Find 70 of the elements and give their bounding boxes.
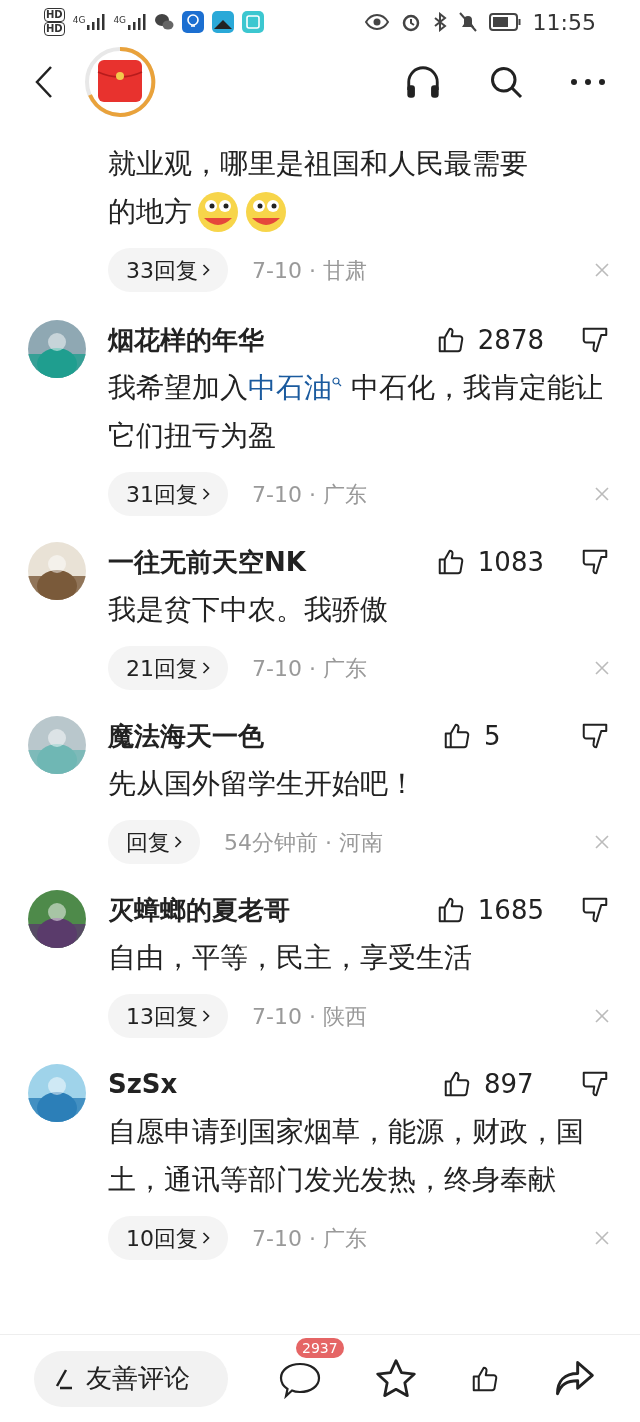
replies-button[interactable]: 13回复 [108, 994, 228, 1038]
thumbs-down-icon[interactable] [580, 895, 610, 925]
search-icon [332, 376, 342, 387]
user-name[interactable]: 一往无前天空NK [108, 542, 306, 582]
comment-meta: 7-10 · 广东 [252, 480, 367, 509]
search-icon[interactable] [488, 64, 524, 100]
chevron-right-icon [202, 1010, 210, 1022]
signal-icon [128, 14, 147, 30]
bell-off-icon [458, 12, 477, 32]
comment-text: 我是贫下中农。我骄傲 [108, 592, 389, 628]
lightbulb-icon [182, 11, 205, 33]
more-icon[interactable] [570, 78, 606, 86]
thumbs-up-icon[interactable] [442, 721, 472, 751]
chat-icon [154, 13, 175, 31]
replies-button[interactable]: 回复 [108, 820, 200, 864]
like-count: 897 [484, 1067, 535, 1101]
eye-icon [364, 14, 389, 30]
like-count: 1083 [477, 545, 544, 579]
comment-text: 自由，平等，民主，享受生活 [108, 940, 473, 976]
like-count: 2878 [477, 323, 544, 357]
chevron-right-icon [202, 264, 210, 276]
thumbs-down-icon[interactable] [580, 721, 610, 751]
chevron-right-icon [202, 1232, 210, 1244]
emoji-icon [196, 190, 240, 234]
comment-meta: 54分钟前 · 河南 [224, 828, 383, 857]
keyword-link[interactable]: 中石油 [248, 371, 342, 404]
user-name[interactable]: 灭蟑螂的夏老哥 [108, 890, 290, 930]
comment-text: 的地方 [108, 194, 192, 230]
signal-icon [87, 14, 106, 30]
replies-button[interactable]: 31回复 [108, 472, 228, 516]
comment-meta: 7-10 · 广东 [252, 654, 367, 683]
comment-text: 就业观，哪里是祖国和人民最需要 [108, 146, 528, 182]
user-name[interactable]: SzSx [108, 1064, 178, 1104]
emoji-icon [244, 190, 288, 234]
app-icon [242, 11, 265, 33]
replies-button[interactable]: 10回复 [108, 1216, 228, 1260]
like-count: 5 [484, 719, 502, 753]
network-label: 4G [113, 14, 127, 27]
sim-label: HD [44, 22, 65, 36]
thumbs-down-icon[interactable] [580, 325, 610, 355]
user-name[interactable]: 烟花样的年华 [108, 320, 264, 360]
comment-meta: 7-10 · 陕西 [252, 1002, 367, 1031]
thumbs-down-icon[interactable] [580, 1069, 610, 1099]
comment-text: 自愿申请到国家烟草，能源，财政，国土，通讯等部门发光发热，终身奉献 [108, 1114, 585, 1198]
app-icon [212, 11, 235, 33]
like-count: 1685 [477, 893, 544, 927]
thumbs-up-icon[interactable] [442, 1069, 472, 1099]
comment-count-badge: 2937 [296, 1337, 344, 1358]
comment-text: 我希望加入中石油 中石化，我肯定能让它们扭亏为盈 [108, 370, 604, 454]
alarm-icon [400, 12, 421, 32]
chevron-right-icon [202, 488, 210, 500]
replies-button[interactable]: 33回复 [108, 248, 228, 292]
clock-time: 11:55 [532, 8, 596, 37]
headphones-icon[interactable] [404, 63, 442, 101]
replies-button[interactable]: 21回复 [108, 646, 228, 690]
comment-meta: 7-10 · 甘肃 [252, 256, 367, 285]
thumbs-down-icon[interactable] [580, 547, 610, 577]
network-label: 4G [72, 14, 86, 27]
back-icon[interactable] [34, 65, 54, 99]
battery-icon [488, 13, 521, 31]
pen-icon [54, 1367, 74, 1390]
comment-input[interactable]: 友善评论 [34, 1350, 228, 1407]
user-name[interactable]: 魔法海天一色 [108, 716, 264, 756]
comment-meta: 7-10 · 广东 [252, 1224, 367, 1253]
envelope-icon[interactable] [84, 46, 156, 118]
sim-label: HD [44, 8, 65, 22]
bluetooth-icon [432, 12, 447, 32]
chevron-right-icon [174, 836, 182, 848]
chevron-right-icon [202, 662, 210, 674]
comment-text: 先从国外留学生开始吧！ [108, 766, 417, 802]
